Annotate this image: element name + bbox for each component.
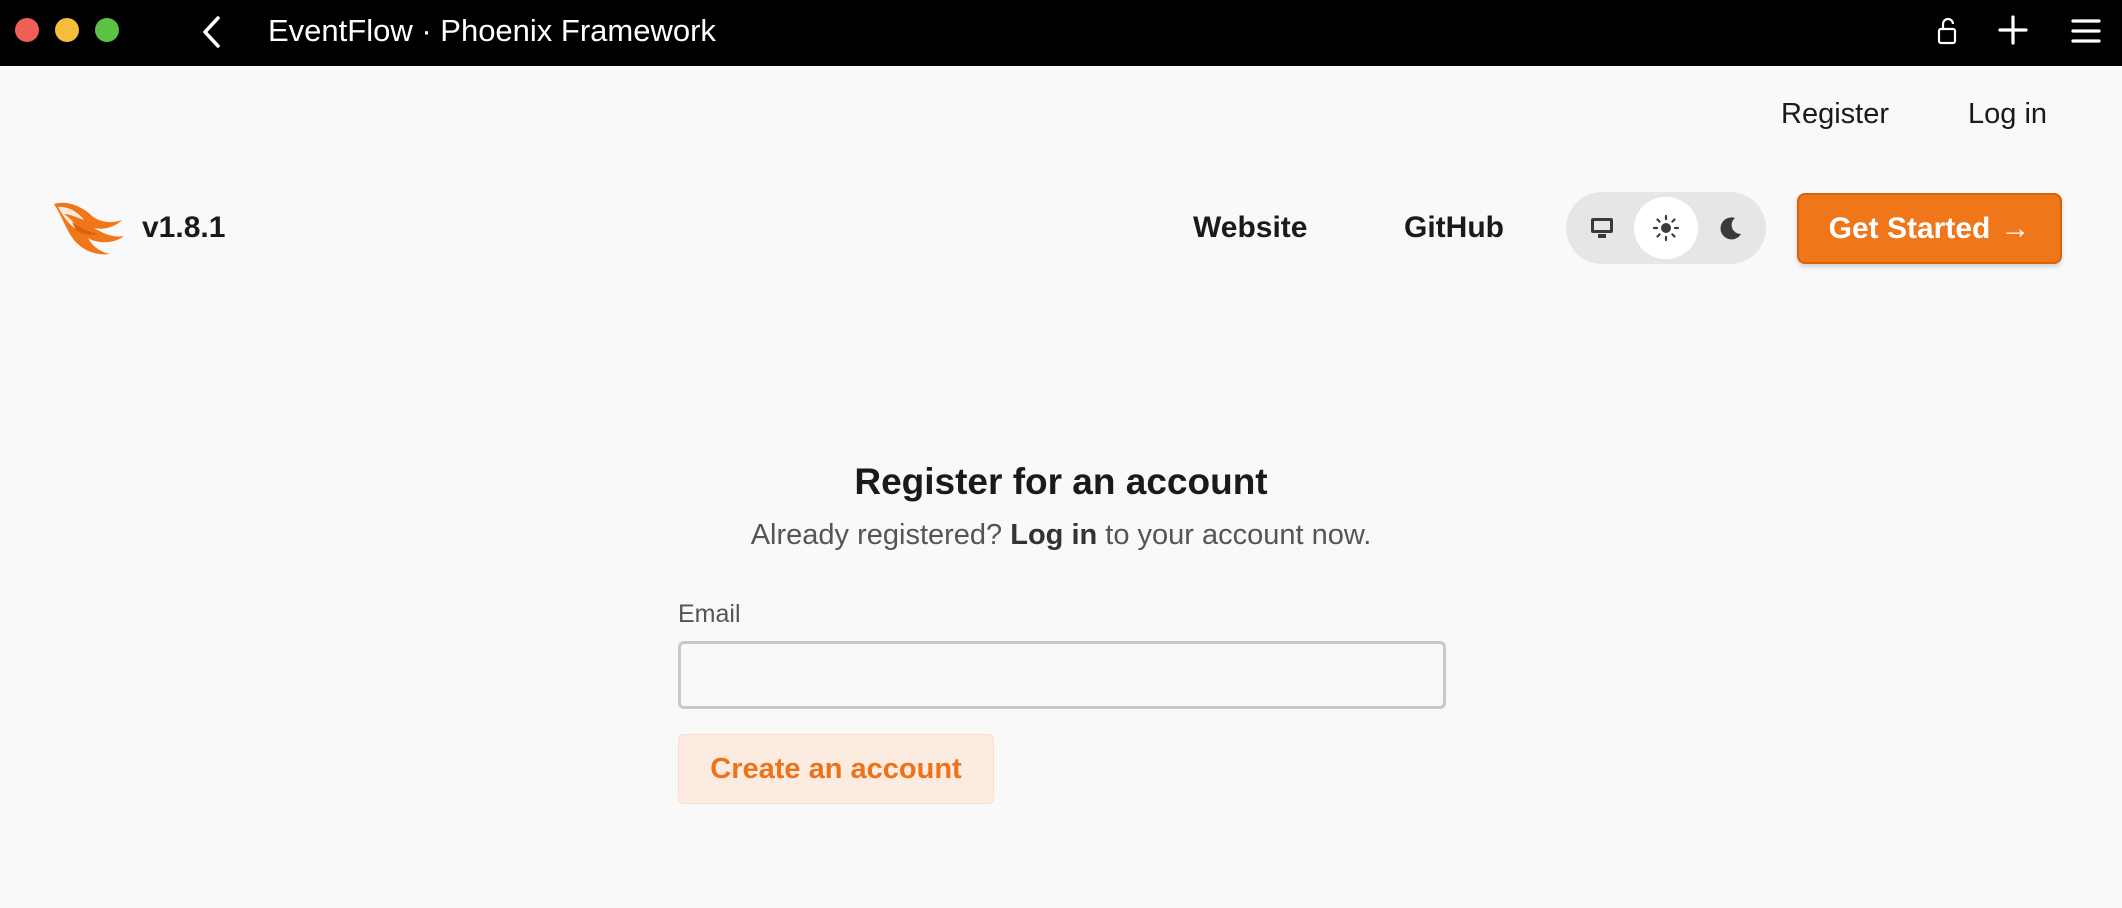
email-field[interactable]: [678, 641, 1446, 709]
unlocked-padlock-icon[interactable]: [1934, 16, 1962, 46]
close-window-button[interactable]: [15, 18, 39, 42]
create-account-label: Create an account: [710, 752, 962, 785]
form-subtitle: Already registered? Log in to your accou…: [0, 517, 2122, 553]
create-account-button[interactable]: Create an account: [678, 734, 994, 804]
new-tab-plus-icon[interactable]: [1997, 14, 2029, 46]
back-arrow-icon[interactable]: [196, 14, 228, 50]
framework-version: v1.8.1: [142, 211, 226, 244]
register-link[interactable]: Register: [1781, 96, 1889, 132]
minimize-window-button[interactable]: [55, 18, 79, 42]
theme-system-button[interactable]: [1570, 197, 1634, 259]
get-started-button[interactable]: Get Started →: [1797, 193, 2062, 264]
moon-icon: [1720, 217, 1741, 240]
monitor-icon: [1591, 218, 1613, 238]
theme-toggle: [1566, 192, 1766, 264]
sun-icon: [1652, 214, 1680, 242]
phoenix-logo-icon[interactable]: [52, 198, 126, 256]
window-titlebar: EventFlow · Phoenix Framework: [0, 0, 2122, 66]
get-started-label: Get Started: [1828, 211, 1991, 245]
hamburger-menu-icon[interactable]: [2071, 17, 2101, 45]
window-title: EventFlow · Phoenix Framework: [268, 13, 716, 48]
subtitle-suffix: to your account now.: [1105, 519, 1372, 551]
subtitle-login-link[interactable]: Log in: [1010, 519, 1097, 551]
arrow-right-icon: →: [2000, 211, 2031, 245]
subtitle-prefix: Already registered?: [750, 519, 1003, 551]
zoom-window-button[interactable]: [95, 18, 119, 42]
theme-dark-button[interactable]: [1698, 197, 1762, 259]
nav-github-link[interactable]: GitHub: [1404, 209, 1504, 247]
theme-light-button[interactable]: [1634, 197, 1698, 259]
page-title: Register for an account: [854, 461, 1268, 502]
email-label: Email: [678, 600, 741, 628]
login-link[interactable]: Log in: [1968, 96, 2047, 132]
nav-website-link[interactable]: Website: [1193, 209, 1307, 247]
